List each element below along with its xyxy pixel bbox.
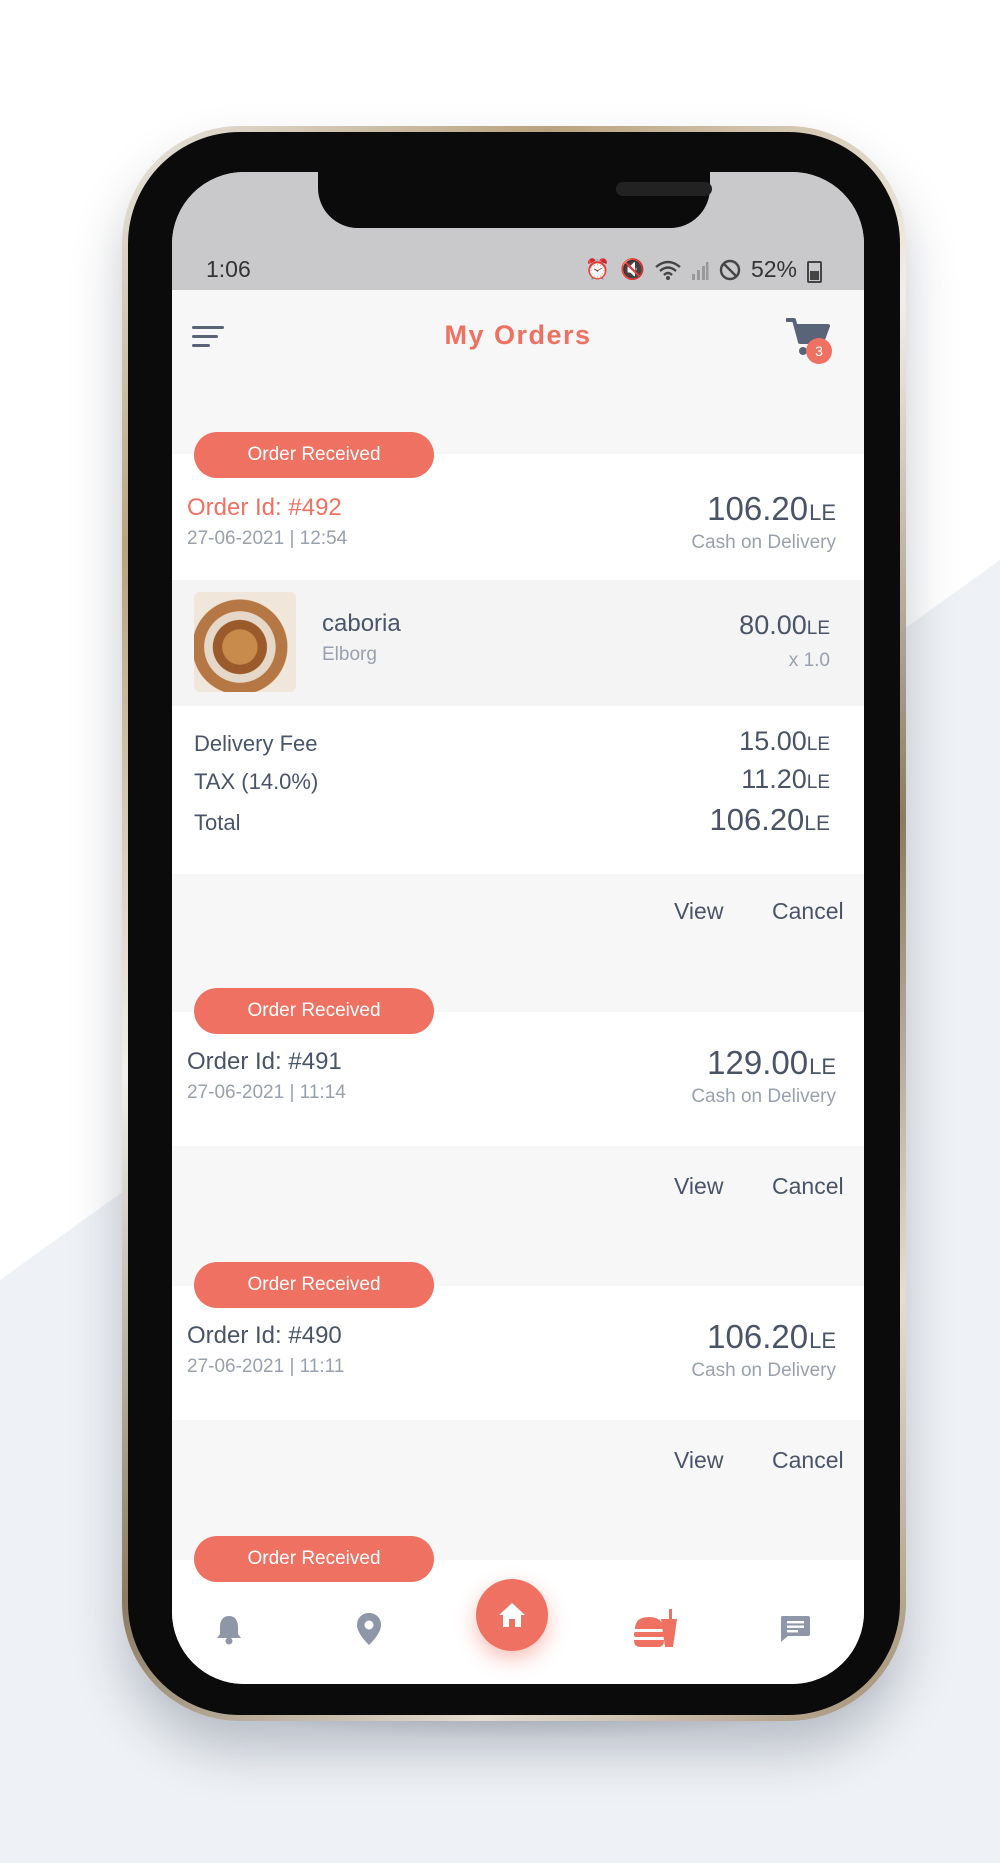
total-value: 106.20LE — [709, 802, 830, 838]
food-order-icon — [634, 1609, 677, 1647]
wifi-icon — [655, 260, 681, 280]
order-amount: 129.00LE — [707, 1044, 836, 1082]
view-button[interactable]: View — [674, 1173, 723, 1200]
cart-count-badge: 3 — [806, 338, 832, 364]
order-amount: 106.20LE — [707, 1318, 836, 1356]
nav-notifications[interactable] — [204, 1604, 254, 1654]
currency: LE — [809, 1328, 836, 1353]
notch — [318, 172, 712, 228]
status-badge: Order Received — [194, 432, 434, 478]
delivery-fee-value: 15.00LE — [739, 726, 830, 757]
battery-icon — [807, 260, 822, 283]
payment-method: Cash on Delivery — [691, 532, 836, 553]
order-date: 27-06-2021 | 11:11 — [187, 1356, 345, 1377]
currency: LE — [804, 812, 830, 835]
item-image — [194, 592, 296, 692]
signal-icon — [691, 261, 709, 280]
status-bar: 1:06 ⏰ 🔇 52% — [172, 172, 864, 290]
currency: LE — [806, 772, 830, 793]
nav-orders[interactable] — [630, 1604, 680, 1654]
order-item-row: caboria Elborg 80.00LE x 1.0 — [172, 580, 864, 706]
status-time: 1:06 — [206, 256, 251, 282]
currency: LE — [806, 734, 830, 755]
view-button[interactable]: View — [674, 1447, 723, 1474]
cancel-button[interactable]: Cancel — [772, 1447, 844, 1474]
page-title: My Orders — [444, 320, 592, 350]
order-card[interactable]: Order Id: #492 27-06-2021 | 12:54 106.20… — [172, 454, 864, 874]
delivery-fee-amount: 15.00 — [739, 726, 807, 756]
app-screen: 1:06 ⏰ 🔇 52% My Orders 3 Order Id: #492 … — [172, 172, 864, 1684]
order-amount: 106.20LE — [707, 490, 836, 528]
bell-icon — [217, 1616, 241, 1645]
order-id: Order Id: #492 — [187, 494, 342, 521]
total-label: Total — [194, 810, 241, 835]
tax-label: TAX (14.0%) — [194, 769, 319, 794]
status-icons: ⏰ 🔇 52% — [585, 256, 822, 283]
speaker — [616, 182, 712, 196]
app-header: My Orders 3 — [172, 290, 864, 382]
status-badge: Order Received — [194, 1262, 434, 1308]
order-amount-value: 129.00 — [707, 1044, 809, 1081]
alarm-icon: ⏰ — [585, 259, 611, 281]
no-disturb-icon — [719, 259, 741, 280]
mute-icon: 🔇 — [620, 259, 645, 281]
status-badge: Order Received — [194, 1536, 434, 1582]
currency: LE — [806, 618, 830, 639]
cancel-button[interactable]: Cancel — [772, 1173, 844, 1200]
chat-icon — [781, 1616, 810, 1642]
item-vendor: Elborg — [322, 644, 377, 665]
payment-method: Cash on Delivery — [691, 1360, 836, 1381]
home-icon — [499, 1603, 525, 1627]
order-date: 27-06-2021 | 12:54 — [187, 528, 348, 549]
tax-value: 11.20LE — [741, 764, 830, 795]
location-pin-icon — [357, 1613, 381, 1645]
delivery-fee-label: Delivery Fee — [194, 731, 318, 756]
tax-amount: 11.20 — [741, 764, 807, 794]
view-button[interactable]: View — [674, 898, 723, 925]
item-price: 80.00LE — [739, 610, 830, 641]
item-price-value: 80.00 — [739, 610, 807, 640]
payment-method: Cash on Delivery — [691, 1086, 836, 1107]
nav-messages[interactable] — [770, 1604, 820, 1654]
currency: LE — [809, 500, 836, 525]
order-amount-value: 106.20 — [707, 1318, 809, 1355]
bottom-nav — [172, 1579, 864, 1684]
item-quantity: x 1.0 — [788, 650, 830, 671]
order-id: Order Id: #491 — [187, 1048, 342, 1075]
order-id: Order Id: #490 — [187, 1322, 342, 1349]
item-name: caboria — [322, 610, 401, 637]
currency: LE — [809, 1054, 836, 1079]
nav-location[interactable] — [344, 1604, 394, 1654]
status-badge: Order Received — [194, 988, 434, 1034]
total-amount: 106.20 — [709, 802, 805, 837]
cancel-button[interactable]: Cancel — [772, 898, 844, 925]
order-amount-value: 106.20 — [707, 490, 809, 527]
order-date: 27-06-2021 | 11:14 — [187, 1082, 346, 1103]
nav-home[interactable] — [476, 1579, 548, 1651]
battery-percent: 52% — [750, 256, 797, 282]
